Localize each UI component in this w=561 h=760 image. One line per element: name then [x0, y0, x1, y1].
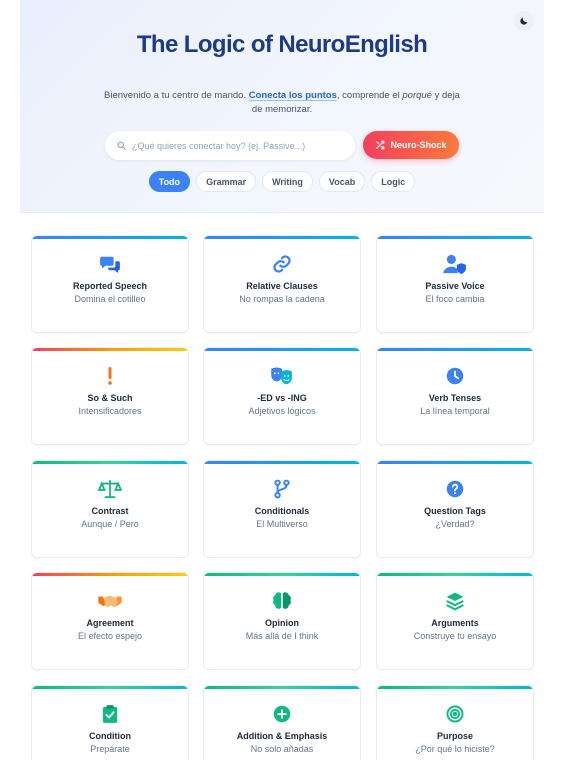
filter-chip-todo[interactable]: Todo — [148, 171, 191, 192]
card-subtitle: El efecto espejo — [77, 631, 143, 641]
card-title: Arguments — [431, 618, 479, 628]
card-title: Relative Clauses — [246, 281, 318, 291]
card-subtitle: Prepárate — [90, 744, 130, 754]
balance-scale-icon — [32, 479, 188, 499]
card-title: Question Tags — [424, 506, 486, 516]
card-title: Addition & Emphasis — [236, 731, 328, 741]
topic-card-arguments[interactable]: Arguments Construye tu ensayo — [376, 572, 534, 670]
card-title: Verb Tenses — [428, 393, 482, 403]
code-branch-icon — [204, 479, 360, 499]
topic-card-addition-emphasis[interactable]: Addition & Emphasis No solo añadas — [203, 685, 361, 760]
target-icon — [377, 704, 533, 724]
category-filters: Todo Grammar Writing Vocab Logic — [20, 171, 544, 192]
card-title: So & Such — [87, 393, 133, 403]
filter-chip-writing[interactable]: Writing — [262, 171, 313, 192]
theater-masks-icon — [204, 366, 360, 386]
card-title: Purpose — [436, 731, 473, 741]
topic-card-conditionals[interactable]: Conditionals El Multiverso — [203, 460, 361, 558]
topic-card-passive-voice[interactable]: Passive Voice El foco cambia — [376, 235, 534, 333]
subtitle-intro: Bienvenido a tu centro de mando. — [104, 90, 247, 101]
subtitle-emphasis: porqué — [402, 90, 432, 101]
neuro-shock-button[interactable]: Neuro-Shock — [363, 131, 459, 159]
neuro-shock-label: Neuro-Shock — [390, 140, 447, 150]
card-subtitle: Más allá de I think — [245, 631, 319, 641]
chat-bubbles-icon — [32, 254, 188, 274]
user-shield-icon — [377, 254, 533, 274]
card-subtitle: No rompas la cadena — [239, 294, 325, 304]
card-title: Condition — [89, 731, 131, 741]
topic-card-reported-speech[interactable]: Reported Speech Domina el cotilleo — [31, 235, 189, 333]
page-title: The Logic of NeuroEnglish — [136, 31, 428, 58]
card-subtitle: El foco cambia — [425, 294, 485, 304]
filter-chip-logic[interactable]: Logic — [371, 171, 416, 192]
search-icon — [117, 141, 126, 150]
search-box[interactable] — [105, 131, 355, 160]
layers-icon — [377, 591, 533, 611]
topic-card-so-such[interactable]: So & Such Intensificadores — [31, 347, 189, 445]
connect-dots-link[interactable]: Conecta los puntos — [249, 90, 337, 101]
card-title: Contrast — [91, 506, 129, 516]
card-subtitle: El Multiverso — [256, 519, 308, 529]
card-subtitle: Adjetivos lógicos — [248, 406, 316, 416]
question-circle-icon — [377, 479, 533, 499]
exclamation-icon — [32, 366, 188, 386]
card-subtitle: Construye tu ensayo — [413, 631, 497, 641]
handshake-icon — [32, 591, 188, 611]
topic-card-question-tags[interactable]: Question Tags ¿Verdad? — [376, 460, 534, 558]
card-title: Conditionals — [254, 506, 310, 516]
topic-card-agreement[interactable]: Agreement El efecto espejo — [31, 572, 189, 670]
shuffle-icon — [376, 140, 385, 150]
topic-card-verb-tenses[interactable]: Verb Tenses La línea temporal — [376, 347, 534, 445]
card-subtitle: ¿Por qué lo hiciste? — [415, 744, 495, 754]
theme-toggle-button[interactable] — [514, 11, 534, 31]
topic-card-condition[interactable]: Condition Prepárate — [31, 685, 189, 760]
card-subtitle: Aunque / Pero — [81, 519, 139, 529]
card-subtitle: Intensificadores — [78, 406, 142, 416]
subtitle-middle: , comprende el — [336, 90, 400, 101]
filter-chip-grammar[interactable]: Grammar — [196, 171, 257, 192]
hero-header: The Logic of NeuroEnglish Bienvenido a t… — [20, 0, 544, 213]
topic-card-relative-clauses[interactable]: Relative Clauses No rompas la cadena — [203, 235, 361, 333]
topic-card-ed-vs-ing[interactable]: -ED vs -ING Adjetivos lógicos — [203, 347, 361, 445]
page-subtitle: Bienvenido a tu centro de mando. Conecta… — [100, 89, 464, 117]
card-subtitle: ¿Verdad? — [435, 519, 475, 529]
filter-chip-vocab[interactable]: Vocab — [318, 171, 366, 192]
card-title: Reported Speech — [72, 281, 148, 291]
card-title: Agreement — [86, 618, 134, 628]
card-title: -ED vs -ING — [257, 393, 307, 403]
moon-icon — [520, 17, 528, 25]
brain-icon — [204, 591, 360, 611]
card-subtitle: Domina el cotilleo — [74, 294, 146, 304]
topic-card-purpose[interactable]: Purpose ¿Por qué lo hiciste? — [376, 685, 534, 760]
card-subtitle: La línea temporal — [420, 406, 490, 416]
clock-icon — [377, 366, 533, 386]
card-subtitle: No solo añadas — [250, 744, 314, 754]
search-input[interactable] — [132, 140, 337, 151]
plus-circle-icon — [204, 704, 360, 724]
topic-card-contrast[interactable]: Contrast Aunque / Pero — [31, 460, 189, 558]
clipboard-check-icon — [32, 704, 188, 724]
card-title: Opinion — [265, 618, 299, 628]
card-title: Passive Voice — [425, 281, 485, 291]
link-icon — [204, 254, 360, 274]
topic-card-opinion[interactable]: Opinion Más allá de I think — [203, 572, 361, 670]
